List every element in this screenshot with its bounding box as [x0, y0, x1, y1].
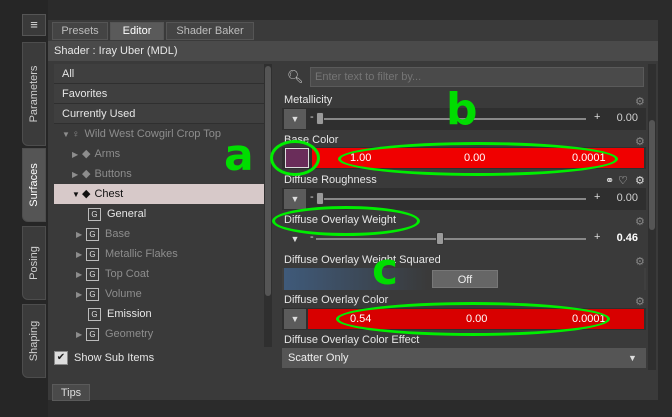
diffuse-overlay-color-effect-label: Diffuse Overlay Color Effect — [284, 334, 420, 346]
annotation-ellipse-weight — [272, 206, 420, 236]
weight-squared-toggle-button[interactable]: Off — [432, 270, 498, 288]
annotation-ellipse-a — [270, 140, 320, 176]
diffuse-overlay-weight-squared-label: Diffuse Overlay Weight Squared — [284, 254, 441, 266]
slider-track[interactable] — [316, 238, 586, 240]
pane-menu-icon[interactable]: ≡ — [22, 14, 46, 36]
expand-arrow-icon[interactable]: ▶ — [72, 165, 82, 185]
diffuse-roughness-label: Diffuse Roughness — [284, 174, 377, 186]
expand-arrow-icon[interactable]: ▶ — [76, 245, 86, 265]
chevron-down-icon[interactable]: ▼ — [628, 348, 642, 368]
minus-icon[interactable]: - — [310, 111, 314, 123]
expand-arrow-icon[interactable]: ▼ — [62, 125, 72, 145]
shader-label: Shader : Iray Uber (MDL) — [48, 41, 658, 61]
figure-icon: ♀ — [72, 129, 80, 140]
group-box-icon: G — [86, 328, 99, 341]
dropdown-arrow-icon[interactable]: ▼ — [284, 189, 306, 209]
tab-editor[interactable]: Editor — [110, 22, 164, 40]
annotation-ellipse-c — [336, 302, 610, 336]
gear-icon[interactable]: ⚙ — [635, 95, 647, 108]
expand-arrow-icon[interactable]: ▶ — [76, 285, 86, 305]
minus-icon[interactable]: - — [310, 191, 314, 203]
group-box-icon: G — [86, 228, 99, 241]
color-effect-dropdown[interactable]: Scatter Only — [282, 348, 646, 368]
diffuse-roughness-value[interactable]: 0.00 — [598, 192, 638, 204]
collapse-arrow-icon[interactable]: ▼ — [72, 185, 82, 205]
gear-icon[interactable]: ⚙ — [635, 174, 647, 187]
tab-posing[interactable]: Posing — [22, 226, 46, 300]
annotation-label-b: b — [446, 84, 478, 135]
list-item-volume[interactable]: ▶ G Volume — [54, 284, 264, 304]
gear-icon[interactable]: ⚙ — [635, 215, 647, 228]
list-item-all[interactable]: All — [54, 64, 264, 84]
tab-surfaces[interactable]: Surfaces — [22, 148, 46, 222]
material-icon: ◆ — [82, 168, 91, 180]
list-item-general[interactable]: G General — [54, 204, 264, 224]
link-icon[interactable]: ⚭ — [605, 174, 614, 187]
slider-track[interactable] — [316, 198, 586, 200]
tab-presets[interactable]: Presets — [52, 22, 108, 40]
metallicity-value[interactable]: 0.00 — [598, 112, 638, 124]
list-scrollbar-thumb[interactable] — [265, 66, 271, 296]
expand-arrow-icon[interactable]: ▶ — [76, 225, 86, 245]
dropdown-arrow-icon[interactable]: ▼ — [284, 109, 306, 129]
tab-shader-baker[interactable]: Shader Baker — [166, 22, 254, 40]
group-box-icon: G — [86, 288, 99, 301]
group-box-icon: G — [88, 308, 101, 321]
annotation-label-a: a — [224, 130, 254, 181]
bottom-bar — [48, 384, 658, 400]
property-scrollbar-thumb[interactable] — [649, 120, 655, 230]
slider-knob[interactable] — [316, 112, 324, 125]
checkbox-check-icon[interactable]: ✔ — [54, 351, 68, 366]
group-box-icon: G — [86, 248, 99, 261]
expand-arrow-icon[interactable]: ▶ — [76, 265, 86, 285]
search-icon: 🔍︎ — [287, 69, 304, 84]
group-box-icon: G — [86, 268, 99, 281]
gear-icon[interactable]: ⚙ — [635, 135, 647, 148]
expand-arrow-icon[interactable]: ▶ — [72, 145, 82, 165]
list-item-favorites[interactable]: Favorites — [54, 84, 264, 104]
list-item-geometry[interactable]: ▶ G Geometry — [54, 324, 264, 344]
group-chest[interactable]: ▼ ◆ Chest — [54, 184, 264, 204]
slider-knob[interactable] — [436, 232, 445, 245]
list-item-currently-used[interactable]: Currently Used — [54, 104, 264, 124]
show-sub-items-toggle[interactable]: ✔ Show Sub Items — [54, 348, 272, 368]
slider-knob[interactable] — [316, 192, 324, 205]
gear-icon[interactable]: ⚙ — [635, 255, 647, 268]
group-box-icon: G — [88, 208, 101, 221]
tab-shaping[interactable]: Shaping — [22, 304, 46, 378]
list-item-top-coat[interactable]: ▶ G Top Coat — [54, 264, 264, 284]
list-item-base[interactable]: ▶ G Base — [54, 224, 264, 244]
annotation-ellipse-b — [338, 142, 618, 176]
annotation-label-c: c — [372, 244, 399, 295]
tab-parameters[interactable]: Parameters — [22, 42, 46, 146]
material-icon: ◆ — [82, 188, 91, 200]
material-icon: ◆ — [82, 148, 91, 160]
heart-icon[interactable]: ♡ — [618, 174, 628, 187]
list-item-metallic-flakes[interactable]: ▶ G Metallic Flakes — [54, 244, 264, 264]
gear-icon[interactable]: ⚙ — [635, 295, 647, 308]
expand-arrow-icon[interactable]: ▶ — [76, 325, 86, 345]
diffuse-overlay-weight-value[interactable]: 0.46 — [598, 232, 638, 244]
list-item-emission[interactable]: G Emission — [54, 304, 264, 324]
tab-tips[interactable]: Tips — [52, 384, 90, 401]
dropdown-arrow-icon[interactable]: ▼ — [284, 309, 306, 329]
